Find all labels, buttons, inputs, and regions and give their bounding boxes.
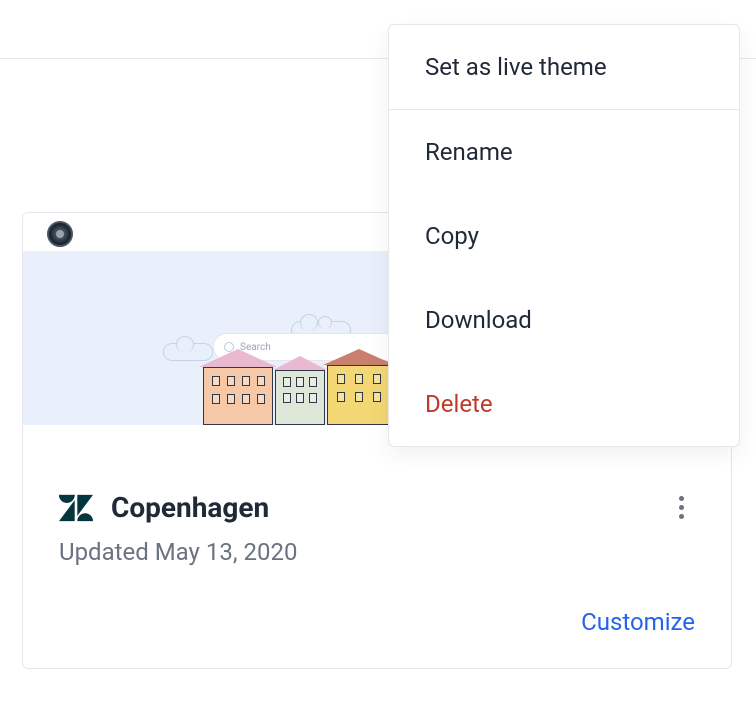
customize-link[interactable]: Customize xyxy=(59,608,695,636)
menu-copy[interactable]: Copy xyxy=(389,194,739,278)
brand-badge-icon xyxy=(47,221,73,247)
menu-delete[interactable]: Delete xyxy=(389,362,739,446)
theme-actions-dropdown: Set as live theme Rename Copy Download D… xyxy=(388,24,740,447)
more-options-button[interactable] xyxy=(667,493,695,521)
menu-set-live-theme[interactable]: Set as live theme xyxy=(389,25,739,109)
title-row: Copenhagen xyxy=(59,491,695,524)
card-body: Copenhagen Updated May 13, 2020 Customiz… xyxy=(23,463,731,668)
updated-timestamp: Updated May 13, 2020 xyxy=(59,538,695,566)
zendesk-icon xyxy=(59,494,93,522)
menu-download[interactable]: Download xyxy=(389,278,739,362)
theme-title: Copenhagen xyxy=(111,491,269,524)
menu-rename[interactable]: Rename xyxy=(389,110,739,194)
